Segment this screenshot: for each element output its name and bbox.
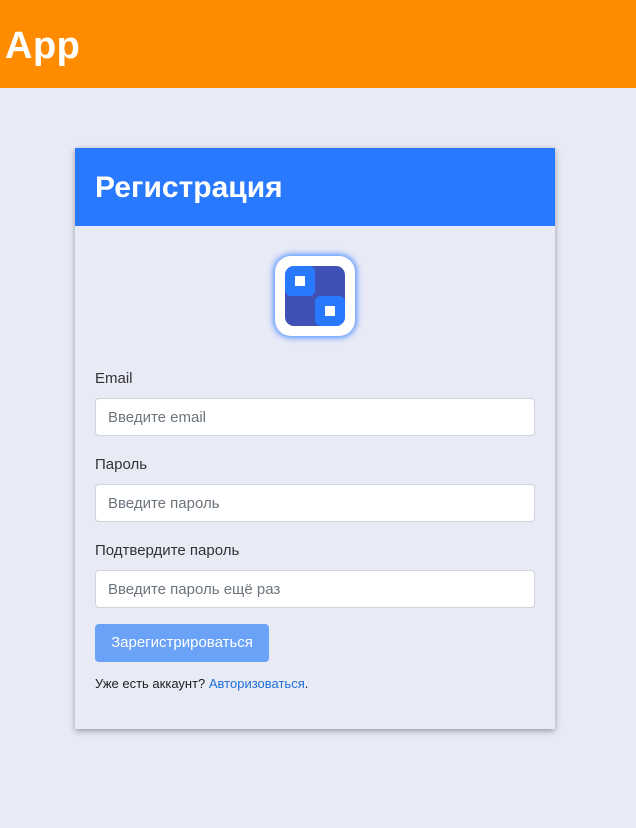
- password-input[interactable]: [95, 484, 535, 522]
- app-logo-icon: [275, 256, 355, 336]
- login-prompt-text: Уже есть аккаунт?: [95, 676, 209, 691]
- app-title: App: [5, 25, 81, 67]
- email-input[interactable]: [95, 398, 535, 436]
- password-label: Пароль: [95, 456, 148, 473]
- app-header: App: [0, 0, 636, 88]
- email-label: Email: [95, 370, 133, 387]
- card-title: Регистрация: [95, 171, 283, 204]
- card-header: Регистрация: [75, 148, 555, 226]
- logo-inner: [285, 266, 345, 326]
- confirm-password-input[interactable]: [95, 570, 535, 608]
- login-prompt: Уже есть аккаунт? Авторизоваться.: [95, 675, 308, 693]
- logo-dot-bottom-right: [325, 306, 335, 316]
- login-link[interactable]: Авторизоваться: [209, 676, 305, 691]
- confirm-password-label: Подтвердите пароль: [95, 542, 240, 559]
- registration-card: Регистрация Email Пароль Подтвердите пар…: [75, 148, 555, 729]
- login-prompt-suffix: .: [304, 676, 309, 691]
- register-button[interactable]: Зарегистрироваться: [95, 624, 269, 662]
- logo-dot-top-left: [295, 276, 305, 286]
